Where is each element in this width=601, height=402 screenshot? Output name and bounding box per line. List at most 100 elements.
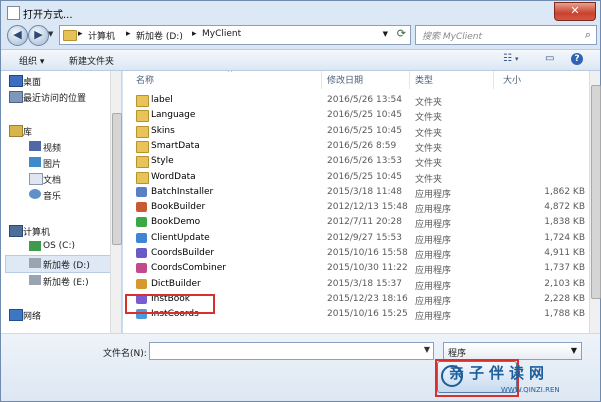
preview-pane-icon[interactable]: ▭ (545, 53, 554, 64)
sidebar-item-drive-e[interactable]: 新加卷 (E:) (43, 275, 89, 288)
pictures-icon (29, 157, 41, 167)
file-name: WordData (151, 171, 196, 182)
file-date: 2015/12/23 18:16 (327, 293, 408, 304)
window-icon (7, 6, 20, 20)
folder-icon (63, 30, 77, 41)
file-name: Language (151, 110, 196, 121)
file-row[interactable]: CoordsCombiner 2015/10/30 11:22 应用程序 1,737 … (123, 261, 585, 276)
scrollbar-thumb[interactable] (591, 85, 601, 299)
column-separator[interactable] (493, 71, 494, 89)
file-row[interactable]: BookDemo 2012/7/11 20:28 应用程序 1,838 KB (123, 215, 585, 230)
forward-button[interactable]: ▶ (28, 25, 49, 46)
folder-icon (136, 110, 149, 123)
file-date: 2015/10/30 11:22 (327, 263, 408, 274)
file-type: 应用程序 (415, 266, 452, 277)
application-icon (136, 217, 147, 228)
address-dropdown-icon[interactable]: ▼ (383, 30, 388, 38)
breadcrumb-computer[interactable]: 计算机 (88, 29, 115, 42)
column-header-type[interactable]: 类型 (415, 73, 433, 86)
file-size: 2,103 KB (544, 278, 585, 289)
new-folder-button[interactable]: 新建文件夹 (69, 54, 114, 67)
documents-icon (29, 173, 43, 185)
sidebar-item-library[interactable]: 库 (23, 125, 32, 138)
forward-arrow-icon: ▶ (34, 28, 43, 41)
file-type: 应用程序 (415, 296, 452, 307)
search-icon[interactable]: ⌕ (585, 28, 591, 42)
watermark-url: WWW.QINZI.REN (501, 386, 560, 394)
drive-icon (29, 275, 41, 285)
sidebar-item-pictures[interactable]: 图片 (43, 157, 61, 170)
recent-places-icon (9, 91, 23, 103)
sidebar-item-drive-d[interactable]: 新加卷 (D:) (43, 258, 90, 271)
view-dropdown-icon[interactable]: ▾ (515, 55, 519, 63)
file-name: CoordsCombiner (151, 263, 226, 274)
file-type: 文件夹 (415, 143, 443, 154)
file-row[interactable]: SmartData 2016/5/26 8:59 文件夹 (123, 139, 585, 154)
file-row[interactable]: DictBuilder 2015/3/18 15:37 应用程序 2,103 KB (123, 277, 585, 292)
file-row[interactable]: Style 2016/5/26 13:53 文件夹 (123, 154, 585, 169)
chevron-down-icon[interactable]: ▼ (424, 345, 430, 354)
breadcrumb-separator-icon[interactable]: ▸ (78, 29, 83, 39)
file-row[interactable]: BatchInstaller 2015/3/18 11:48 应用程序 1,862 K… (123, 185, 585, 200)
sidebar-item-music[interactable]: 音乐 (43, 189, 61, 202)
recent-pages-dropdown[interactable]: ▼ (48, 30, 53, 38)
file-date: 2015/10/16 15:58 (327, 248, 408, 258)
file-type: 应用程序 (415, 235, 452, 246)
sidebar-item-recent[interactable]: 最近访问的位置 (23, 91, 86, 104)
file-row[interactable]: WordData 2016/5/25 10:45 文件夹 (123, 170, 585, 185)
sidebar-item-documents[interactable]: 文档 (43, 173, 61, 186)
music-icon (29, 189, 41, 199)
close-button[interactable]: ✕ (554, 2, 596, 21)
scrollbar-thumb[interactable] (112, 113, 122, 245)
column-header-size[interactable]: 大小 (503, 73, 521, 86)
network-icon (9, 309, 23, 321)
column-separator[interactable] (321, 71, 322, 89)
folder-icon (136, 156, 149, 169)
file-date: 2016/5/26 8:59 (327, 140, 397, 151)
file-size: 1,724 KB (544, 232, 585, 243)
sidebar-item-drive-c[interactable]: OS (C:) (43, 241, 75, 251)
column-separator[interactable] (409, 71, 410, 89)
filename-input[interactable]: ▼ (149, 342, 434, 360)
application-icon (136, 248, 147, 258)
file-size: 1,788 KB (544, 309, 585, 320)
file-row[interactable]: Language 2016/5/25 10:45 文件夹 (123, 108, 585, 123)
file-row[interactable]: Skins 2016/5/25 10:45 文件夹 (123, 124, 585, 139)
file-date: 2016/5/26 13:53 (327, 156, 402, 167)
breadcrumb-separator-icon[interactable]: ▸ (126, 29, 131, 39)
sidebar-item-desktop[interactable]: 桌面 (23, 75, 41, 88)
back-button[interactable]: ◀ (7, 25, 28, 46)
sidebar-item-video[interactable]: 视频 (43, 141, 61, 154)
sidebar-item-network[interactable]: 网络 (23, 309, 41, 322)
file-date: 2016/5/25 10:45 (327, 110, 402, 121)
file-type: 应用程序 (415, 189, 452, 200)
refresh-icon[interactable]: ⟳ (397, 27, 406, 40)
folder-icon (136, 140, 149, 153)
file-row[interactable]: label 2016/5/26 13:54 文件夹 (123, 93, 585, 108)
view-options-icon[interactable]: ☷ (503, 53, 512, 64)
open-with-dialog: 打开方式... ✕ ◀ ▶ ▼ ▸ 计算机 ▸ 新加卷 (D:) ▸ MyCli… (0, 0, 601, 402)
file-name: Skins (151, 125, 175, 136)
column-header-date[interactable]: 修改日期 (327, 73, 363, 86)
file-row[interactable]: BookBuilder 2012/12/13 15:48 应用程序 4,872 KB (123, 200, 585, 215)
file-name: DictBuilder (151, 278, 201, 289)
file-type: 文件夹 (415, 128, 443, 139)
file-date: 2012/12/13 15:48 (327, 202, 408, 213)
file-row[interactable]: CoordsBuilder 2015/10/16 15:58 应用程序 4,911 K… (123, 246, 585, 261)
breadcrumb-myclient[interactable]: MyClient (202, 29, 241, 39)
file-row[interactable]: ClientUpdate 2012/9/27 15:53 应用程序 1,724 KB (123, 231, 585, 246)
file-list-scrollbar[interactable] (589, 71, 601, 333)
help-icon[interactable]: ? (571, 53, 583, 65)
sidebar-item-computer[interactable]: 计算机 (23, 225, 50, 238)
breadcrumb-drive-d[interactable]: 新加卷 (D:) (136, 29, 183, 42)
search-box[interactable]: 搜索 MyClient ⌕ (415, 25, 597, 45)
close-icon: ✕ (570, 4, 580, 17)
breadcrumb-separator-icon[interactable]: ▸ (192, 29, 197, 39)
filetype-select[interactable]: 程序 ▼ (443, 342, 582, 360)
column-header-name[interactable]: 名称 (136, 73, 154, 86)
address-bar[interactable]: ▸ 计算机 ▸ 新加卷 (D:) ▸ MyClient ▼ ⟳ (59, 25, 411, 45)
organize-menu[interactable]: 组织 ▾ (19, 54, 44, 67)
file-name: ClientUpdate (151, 232, 210, 243)
navigation-scrollbar[interactable] (110, 71, 122, 333)
file-date: 2016/5/26 13:54 (327, 95, 402, 105)
